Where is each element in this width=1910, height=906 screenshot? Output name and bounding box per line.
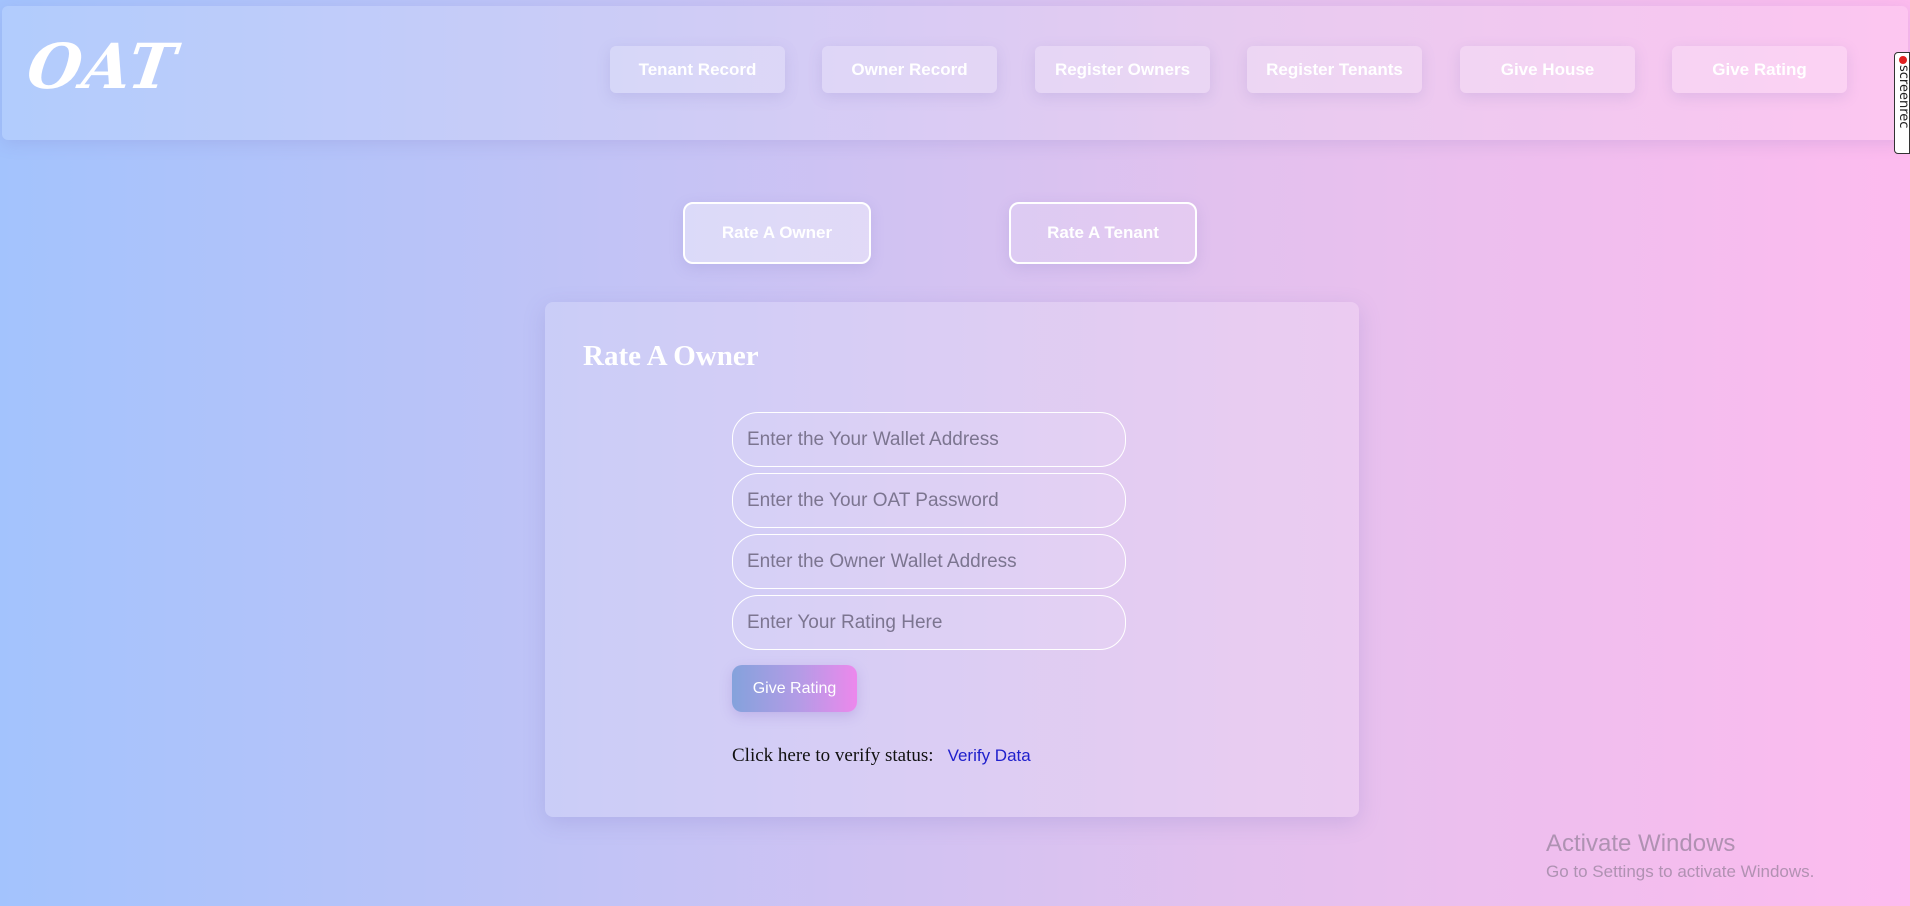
top-nav-bar: OAT Tenant Record Owner Record Register … (2, 6, 1908, 140)
screenrec-overlay-tab[interactable]: screenrec (1894, 52, 1910, 154)
nav-give-house-button[interactable]: Give House (1460, 46, 1635, 93)
watermark-title: Activate Windows (1546, 830, 1736, 857)
give-rating-submit-button[interactable]: Give Rating (732, 665, 857, 712)
screenrec-label: screenrec (1896, 65, 1910, 129)
record-dot-icon (1899, 56, 1907, 64)
activate-windows-watermark: Activate Windows Go to Settings to activ… (1546, 830, 1814, 882)
verify-status-row: Click here to verify status: Verify Data (732, 745, 1031, 767)
verify-status-label: Click here to verify status: (732, 745, 934, 766)
tab-rate-owner[interactable]: Rate A Owner (683, 202, 871, 264)
form-title: Rate A Owner (583, 340, 759, 372)
rate-owner-form-card: Rate A Owner Give Rating Click here to v… (545, 302, 1359, 817)
nav-register-owners-button[interactable]: Register Owners (1035, 46, 1210, 93)
oat-password-input[interactable] (732, 473, 1126, 528)
nav-give-rating-button[interactable]: Give Rating (1672, 46, 1847, 93)
nav-register-tenants-button[interactable]: Register Tenants (1247, 46, 1422, 93)
nav-tenant-record-button[interactable]: Tenant Record (610, 46, 785, 93)
nav-owner-record-button[interactable]: Owner Record (822, 46, 997, 93)
rating-input[interactable] (732, 595, 1126, 650)
watermark-subtitle: Go to Settings to activate Windows. (1546, 862, 1815, 881)
your-wallet-address-input[interactable] (732, 412, 1126, 467)
verify-data-link[interactable]: Verify Data (948, 746, 1031, 766)
tab-rate-tenant[interactable]: Rate A Tenant (1009, 202, 1197, 264)
owner-wallet-address-input[interactable] (732, 534, 1126, 589)
oat-logo[interactable]: OAT (23, 30, 181, 103)
